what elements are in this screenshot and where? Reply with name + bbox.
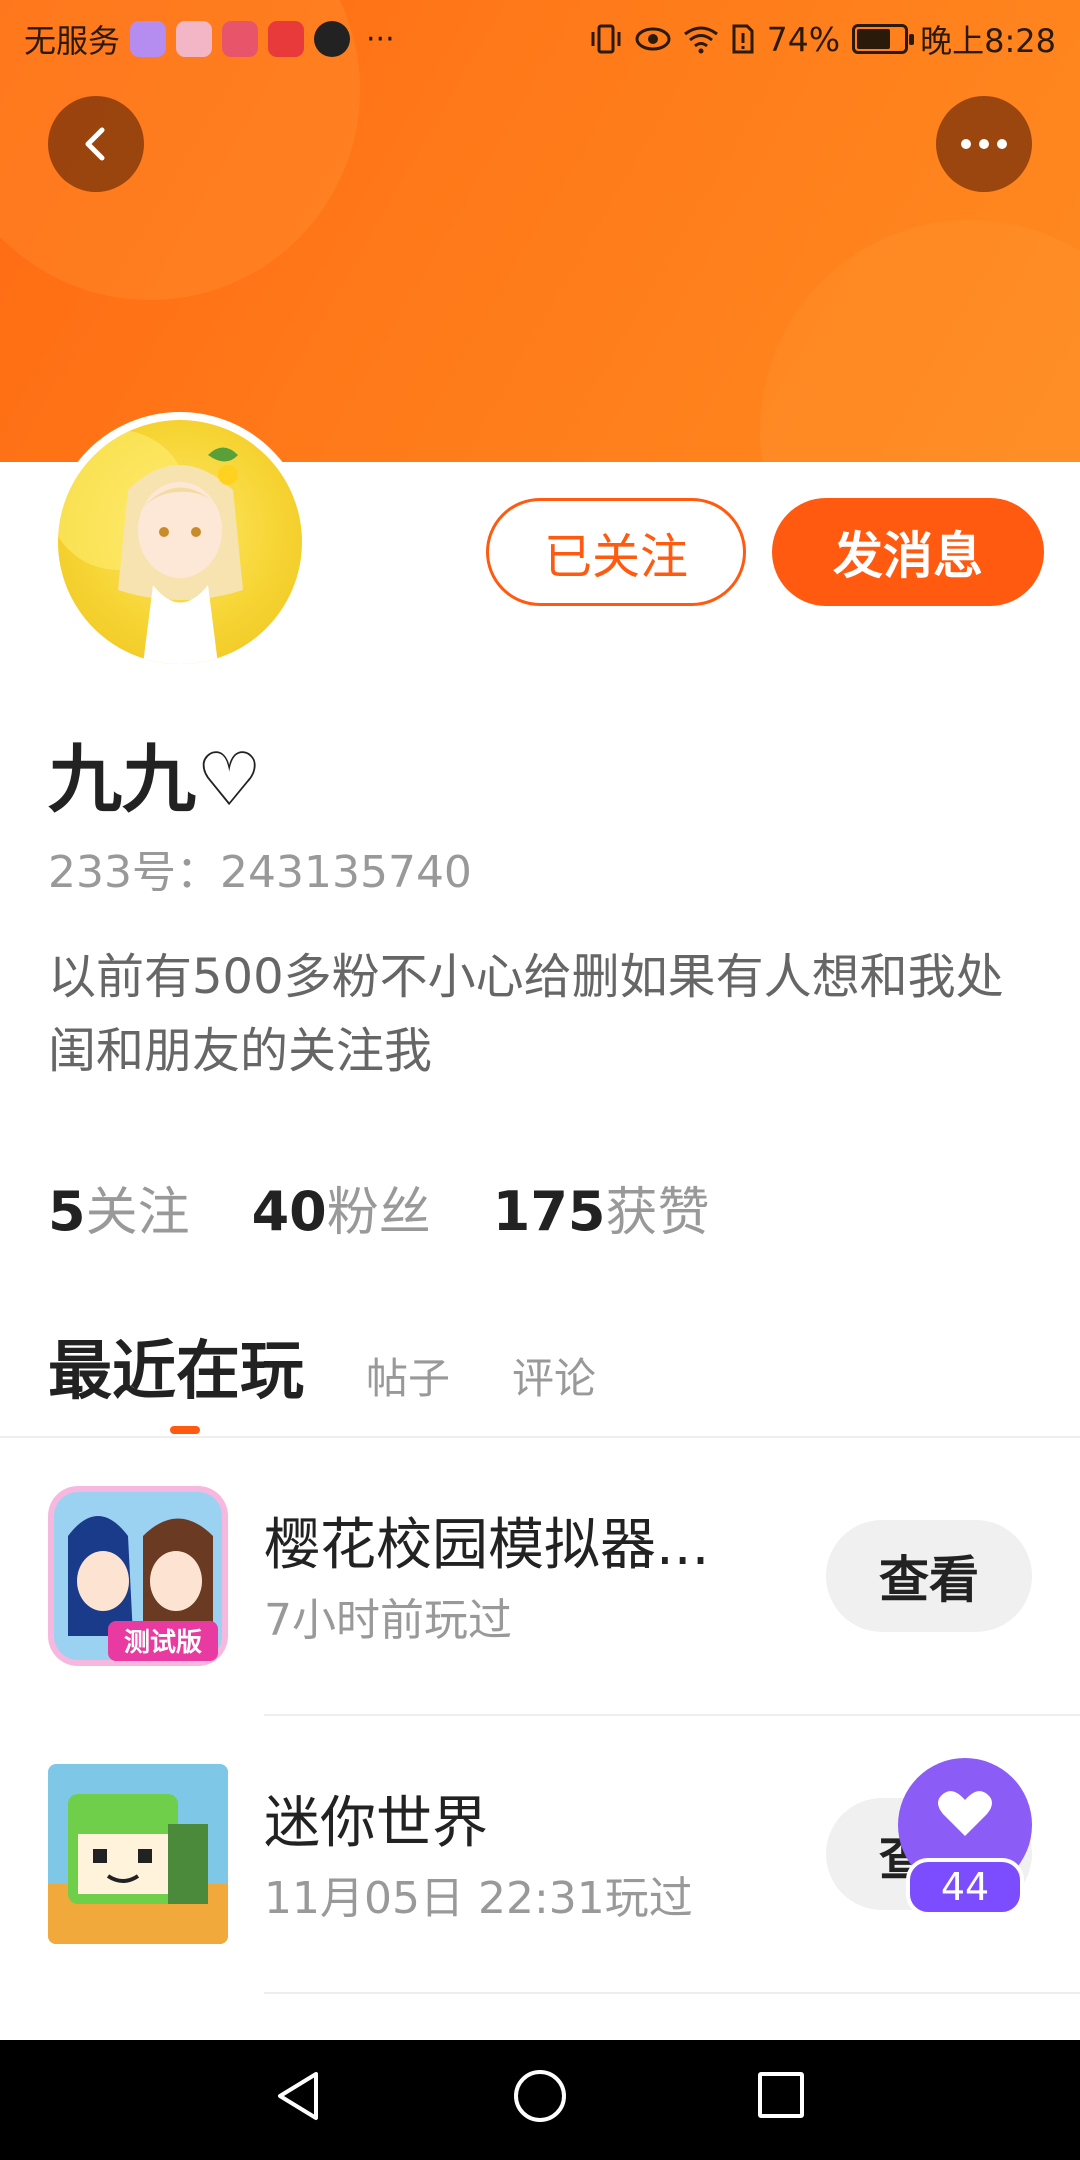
user-bio: 以前有500多粉不小心给删如果有人想和我处闺和朋友的关注我: [48, 949, 1004, 1079]
stat-followers[interactable]: 40粉丝: [252, 1170, 431, 1245]
nav-recents-icon[interactable]: [758, 2072, 804, 2118]
nav-home-icon[interactable]: [514, 2070, 566, 2122]
game-last-played: 11月05日 22:31玩过: [264, 1873, 693, 1924]
game-icon: 测试版: [48, 1486, 228, 1666]
stat-number: 175: [492, 1180, 606, 1243]
chevron-left-icon: [85, 127, 105, 161]
status-right: 74% 晚上8:28: [589, 16, 1056, 62]
stat-label: 粉丝: [326, 1183, 431, 1243]
like-count: 44: [906, 1858, 1024, 1916]
huawei-app-icon: [268, 21, 305, 57]
tiktok-app-icon: [314, 21, 351, 57]
user-name: 九九♡: [48, 737, 263, 823]
stats-row: 5关注 40粉丝 175获赞: [48, 1170, 710, 1245]
heart-icon: [938, 1791, 992, 1836]
avatar-illustration: [58, 430, 243, 664]
wifi-icon: [683, 26, 718, 54]
stat-label: 获赞: [605, 1183, 710, 1243]
stat-following[interactable]: 5关注: [48, 1170, 190, 1245]
game-badge: 测试版: [124, 1628, 202, 1658]
gift-app-icon: [222, 21, 259, 57]
avatar[interactable]: [50, 412, 310, 672]
battery-fill: [857, 29, 891, 49]
more-notifications-icon: ···: [366, 21, 395, 57]
battery-percent: 74%: [766, 19, 841, 59]
sakura-school-icon: 测试版: [48, 1486, 228, 1666]
sim-alert-icon: [732, 24, 754, 54]
send-message-button[interactable]: 发消息: [772, 498, 1044, 606]
active-tab-indicator: [170, 1426, 200, 1434]
music-app-icon: [130, 21, 167, 57]
clock: 晚上8:28: [920, 22, 1056, 60]
system-nav-bar: [0, 2040, 1080, 2160]
game-last-played: 7小时前玩过: [264, 1595, 512, 1646]
battery-icon: [852, 24, 915, 54]
banner-decoration: [760, 220, 1080, 462]
carrier-text: 无服务: [24, 22, 121, 60]
more-dots-icon: [961, 139, 1007, 149]
stat-likes[interactable]: 175获赞: [493, 1170, 710, 1245]
game-title: 樱花校园模拟器...: [264, 1513, 710, 1578]
tab-recently-played[interactable]: 最近在玩: [48, 1320, 304, 1412]
view-button[interactable]: 查看: [826, 1520, 1032, 1632]
avatar-image: [58, 420, 302, 664]
game-icon: [48, 1764, 228, 1944]
profile-tabs: 最近在玩 帖子 评论: [48, 1320, 596, 1412]
list-item[interactable]: 测试版 樱花校园模拟器... 7小时前玩过 查看: [0, 1438, 1080, 1716]
game-title: 迷你世界: [264, 1791, 488, 1856]
row-divider: [264, 1992, 1080, 1994]
back-button[interactable]: [48, 96, 144, 192]
stat-number: 40: [251, 1180, 327, 1243]
vibrate-icon: [591, 24, 621, 54]
user-id: 233号：243135740: [48, 847, 472, 898]
status-bar: 无服务 ··· 74% 晚上8:28: [0, 0, 1080, 72]
mini-world-icon: [48, 1764, 228, 1944]
profile-banner: 无服务 ··· 74% 晚上8:28: [0, 0, 1080, 462]
eye-icon: [635, 27, 671, 51]
nav-back-icon[interactable]: [272, 2068, 324, 2124]
stat-number: 5: [48, 1180, 86, 1243]
paw-app-icon: [176, 21, 213, 57]
tab-comments[interactable]: 评论: [512, 1345, 596, 1406]
followed-button[interactable]: 已关注: [486, 498, 746, 606]
more-options-button[interactable]: [936, 96, 1032, 192]
tab-posts[interactable]: 帖子: [366, 1345, 450, 1406]
status-left: 无服务 ···: [24, 16, 395, 62]
stat-label: 关注: [85, 1183, 190, 1243]
